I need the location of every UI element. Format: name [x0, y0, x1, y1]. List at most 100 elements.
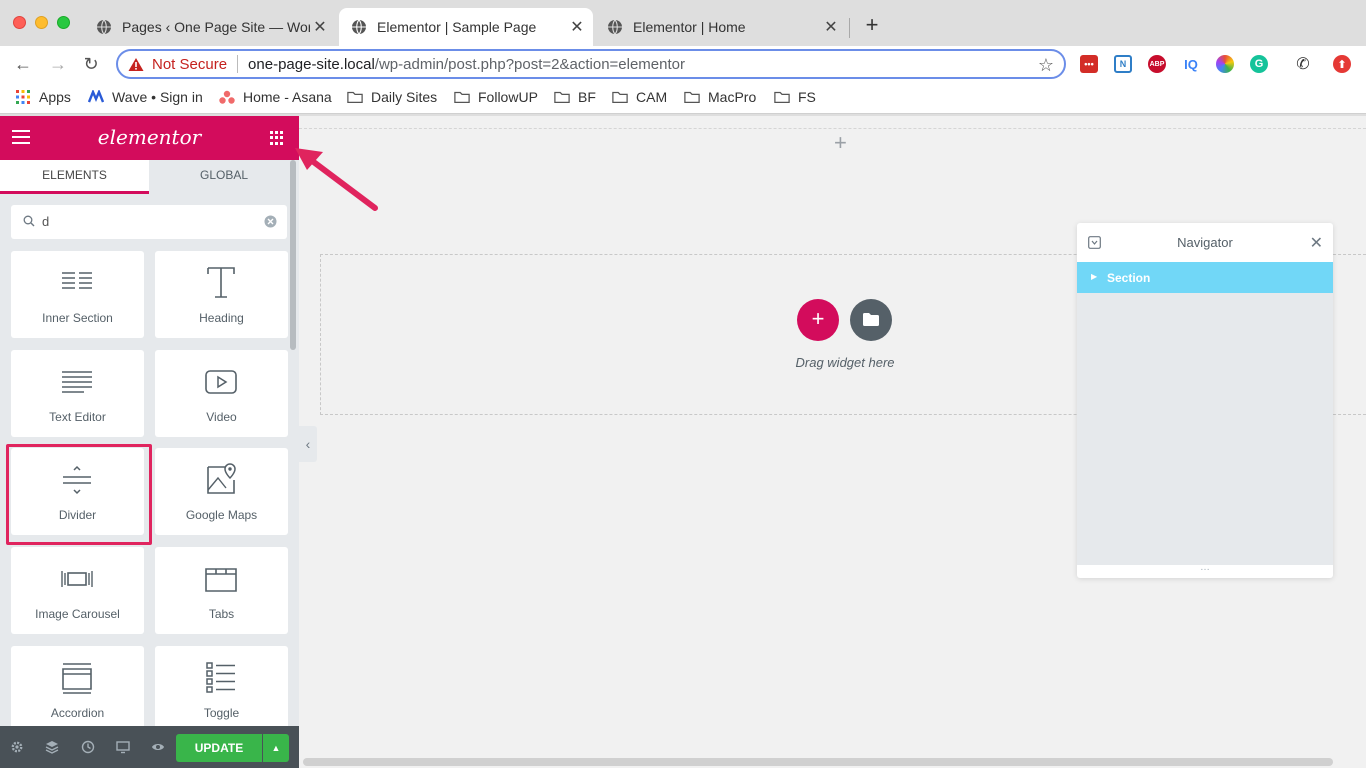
color-wheel-icon[interactable]	[1216, 55, 1234, 73]
widget-label: Text Editor	[49, 410, 106, 424]
widgets-grid-icon[interactable]	[270, 131, 284, 145]
widget-tabs[interactable]: Tabs	[155, 547, 288, 634]
preview-eye-icon[interactable]	[151, 740, 165, 754]
settings-gear-icon[interactable]	[10, 740, 24, 754]
tab-elements[interactable]: ELEMENTS	[0, 160, 149, 194]
browser-tab-home[interactable]: Elementor | Home ✕	[595, 8, 847, 46]
widget-google-maps[interactable]: Google Maps	[155, 448, 288, 535]
new-tab-button[interactable]: +	[862, 14, 882, 36]
layers-icon[interactable]	[45, 740, 59, 754]
bookmark-followup[interactable]: FollowUP	[454, 89, 538, 105]
widget-label: Accordion	[50, 706, 105, 720]
widget-image-carousel[interactable]: Image Carousel	[11, 547, 144, 634]
widget-divider[interactable]: Divider	[11, 448, 144, 535]
iq-icon[interactable]: IQ	[1182, 55, 1200, 73]
bookmark-asana[interactable]: Home - Asana	[219, 89, 332, 105]
widget-label: Toggle	[203, 706, 240, 720]
close-icon[interactable]: ✕	[821, 17, 841, 37]
forward-arrow-icon[interactable]: →	[47, 53, 69, 75]
folder-icon	[863, 313, 879, 326]
browser-toolbar: ← → ↻ Not Secure one-page-site.local /wp…	[0, 46, 1366, 82]
navigator-panel: Navigator ✕ ▶ Section …	[1077, 223, 1333, 578]
navigator-item-section[interactable]: ▶ Section	[1077, 262, 1333, 293]
browser-tab-bar: Pages ‹ One Page Site — WordPress ✕ Elem…	[0, 0, 1366, 46]
globe-icon	[97, 19, 111, 35]
widget-accordion[interactable]: Accordion	[11, 646, 144, 733]
widget-label: Google Maps	[185, 508, 258, 522]
navigator-resize-handle[interactable]: …	[1077, 563, 1333, 578]
window-minimize-button[interactable]	[35, 16, 48, 29]
close-icon[interactable]: ✕	[1310, 233, 1323, 253]
responsive-desktop-icon[interactable]	[116, 740, 130, 754]
history-icon[interactable]	[81, 740, 95, 754]
globe-icon	[352, 19, 366, 35]
bookmark-wave[interactable]: Wave • Sign in	[88, 89, 203, 105]
widget-search-input[interactable]: d	[11, 205, 287, 239]
bookmark-cam[interactable]: CAM	[612, 89, 667, 105]
panel-footer: UPDATE ▲	[0, 726, 299, 768]
bookmark-star-icon[interactable]: ☆	[1038, 55, 1054, 76]
caret-right-icon[interactable]: ▶	[1091, 272, 1097, 281]
widget-toggle[interactable]: Toggle	[155, 646, 288, 733]
text-editor-icon	[62, 371, 92, 393]
url-host: one-page-site.local	[248, 55, 375, 73]
update-button[interactable]: UPDATE	[176, 734, 262, 762]
address-bar[interactable]: Not Secure one-page-site.local /wp-admin…	[116, 49, 1066, 79]
add-new-section-button[interactable]: +	[797, 299, 839, 341]
reload-icon[interactable]: ↻	[80, 53, 102, 75]
navigator-item-label: Section	[1107, 271, 1151, 285]
update-options-caret-icon[interactable]: ▲	[263, 734, 289, 762]
omnibox-divider	[237, 55, 239, 73]
browser-tab-sample-page[interactable]: Elementor | Sample Page ✕	[339, 8, 593, 46]
phone-icon[interactable]: ✆	[1294, 55, 1312, 73]
bookmark-apps[interactable]: Apps	[15, 89, 71, 105]
lastpass-icon[interactable]: •••	[1080, 55, 1098, 73]
add-template-button[interactable]	[850, 299, 892, 341]
n-extension-icon[interactable]: N	[1114, 55, 1132, 73]
bookmark-label: FS	[798, 89, 816, 105]
not-secure-label[interactable]: Not Secure	[152, 56, 227, 73]
widget-video[interactable]: Video	[155, 350, 288, 437]
widget-text-editor[interactable]: Text Editor	[11, 350, 144, 437]
tab-title: Pages ‹ One Page Site — WordPress	[122, 19, 310, 35]
heading-icon	[207, 267, 235, 298]
window-zoom-button[interactable]	[57, 16, 70, 29]
bookmark-daily-sites[interactable]: Daily Sites	[347, 89, 437, 105]
add-section-plus-icon[interactable]: +	[834, 132, 847, 154]
widget-label: Video	[206, 410, 237, 424]
browser-tab-pages[interactable]: Pages ‹ One Page Site — WordPress ✕	[84, 8, 336, 46]
close-icon[interactable]: ✕	[567, 17, 587, 37]
grammarly-icon[interactable]: G	[1250, 55, 1268, 73]
tab-title: Elementor | Sample Page	[377, 19, 537, 35]
bookmark-label: Daily Sites	[371, 89, 438, 105]
widget-label: Inner Section	[42, 311, 113, 325]
map-icon	[207, 463, 236, 494]
toggle-icon	[206, 662, 235, 693]
horizontal-scrollbar[interactable]	[303, 758, 1333, 766]
adblock-icon[interactable]: ABP	[1148, 55, 1166, 73]
tab-title: Elementor | Home	[633, 19, 746, 35]
tab-global[interactable]: GLOBAL	[149, 160, 299, 194]
bookmark-macpro[interactable]: MacPro	[684, 89, 756, 105]
back-arrow-icon[interactable]: ←	[12, 53, 34, 75]
widget-label: Divider	[58, 508, 97, 522]
asana-icon	[219, 90, 235, 104]
bookmark-bf[interactable]: BF	[554, 89, 596, 105]
widget-label: Tabs	[208, 607, 235, 621]
widget-inner-section[interactable]: Inner Section	[11, 251, 144, 338]
bookmark-fs[interactable]: FS	[774, 89, 816, 105]
tab-divider	[849, 18, 850, 38]
panel-tabs: ELEMENTS GLOBAL	[0, 160, 299, 194]
folder-icon	[684, 91, 700, 103]
window-close-button[interactable]	[13, 16, 26, 29]
navigator-title: Navigator	[1177, 235, 1233, 250]
widget-heading[interactable]: Heading	[155, 251, 288, 338]
upload-icon[interactable]: ⬆	[1333, 55, 1351, 73]
navigator-header[interactable]: Navigator ✕	[1077, 223, 1333, 263]
clear-search-icon[interactable]	[264, 215, 277, 228]
apps-grid-icon	[16, 90, 30, 104]
collapse-panel-chevron-icon[interactable]: ‹	[299, 426, 317, 462]
close-icon[interactable]: ✕	[310, 17, 330, 37]
folder-icon	[612, 91, 628, 103]
elementor-logo: elementor	[97, 125, 202, 149]
